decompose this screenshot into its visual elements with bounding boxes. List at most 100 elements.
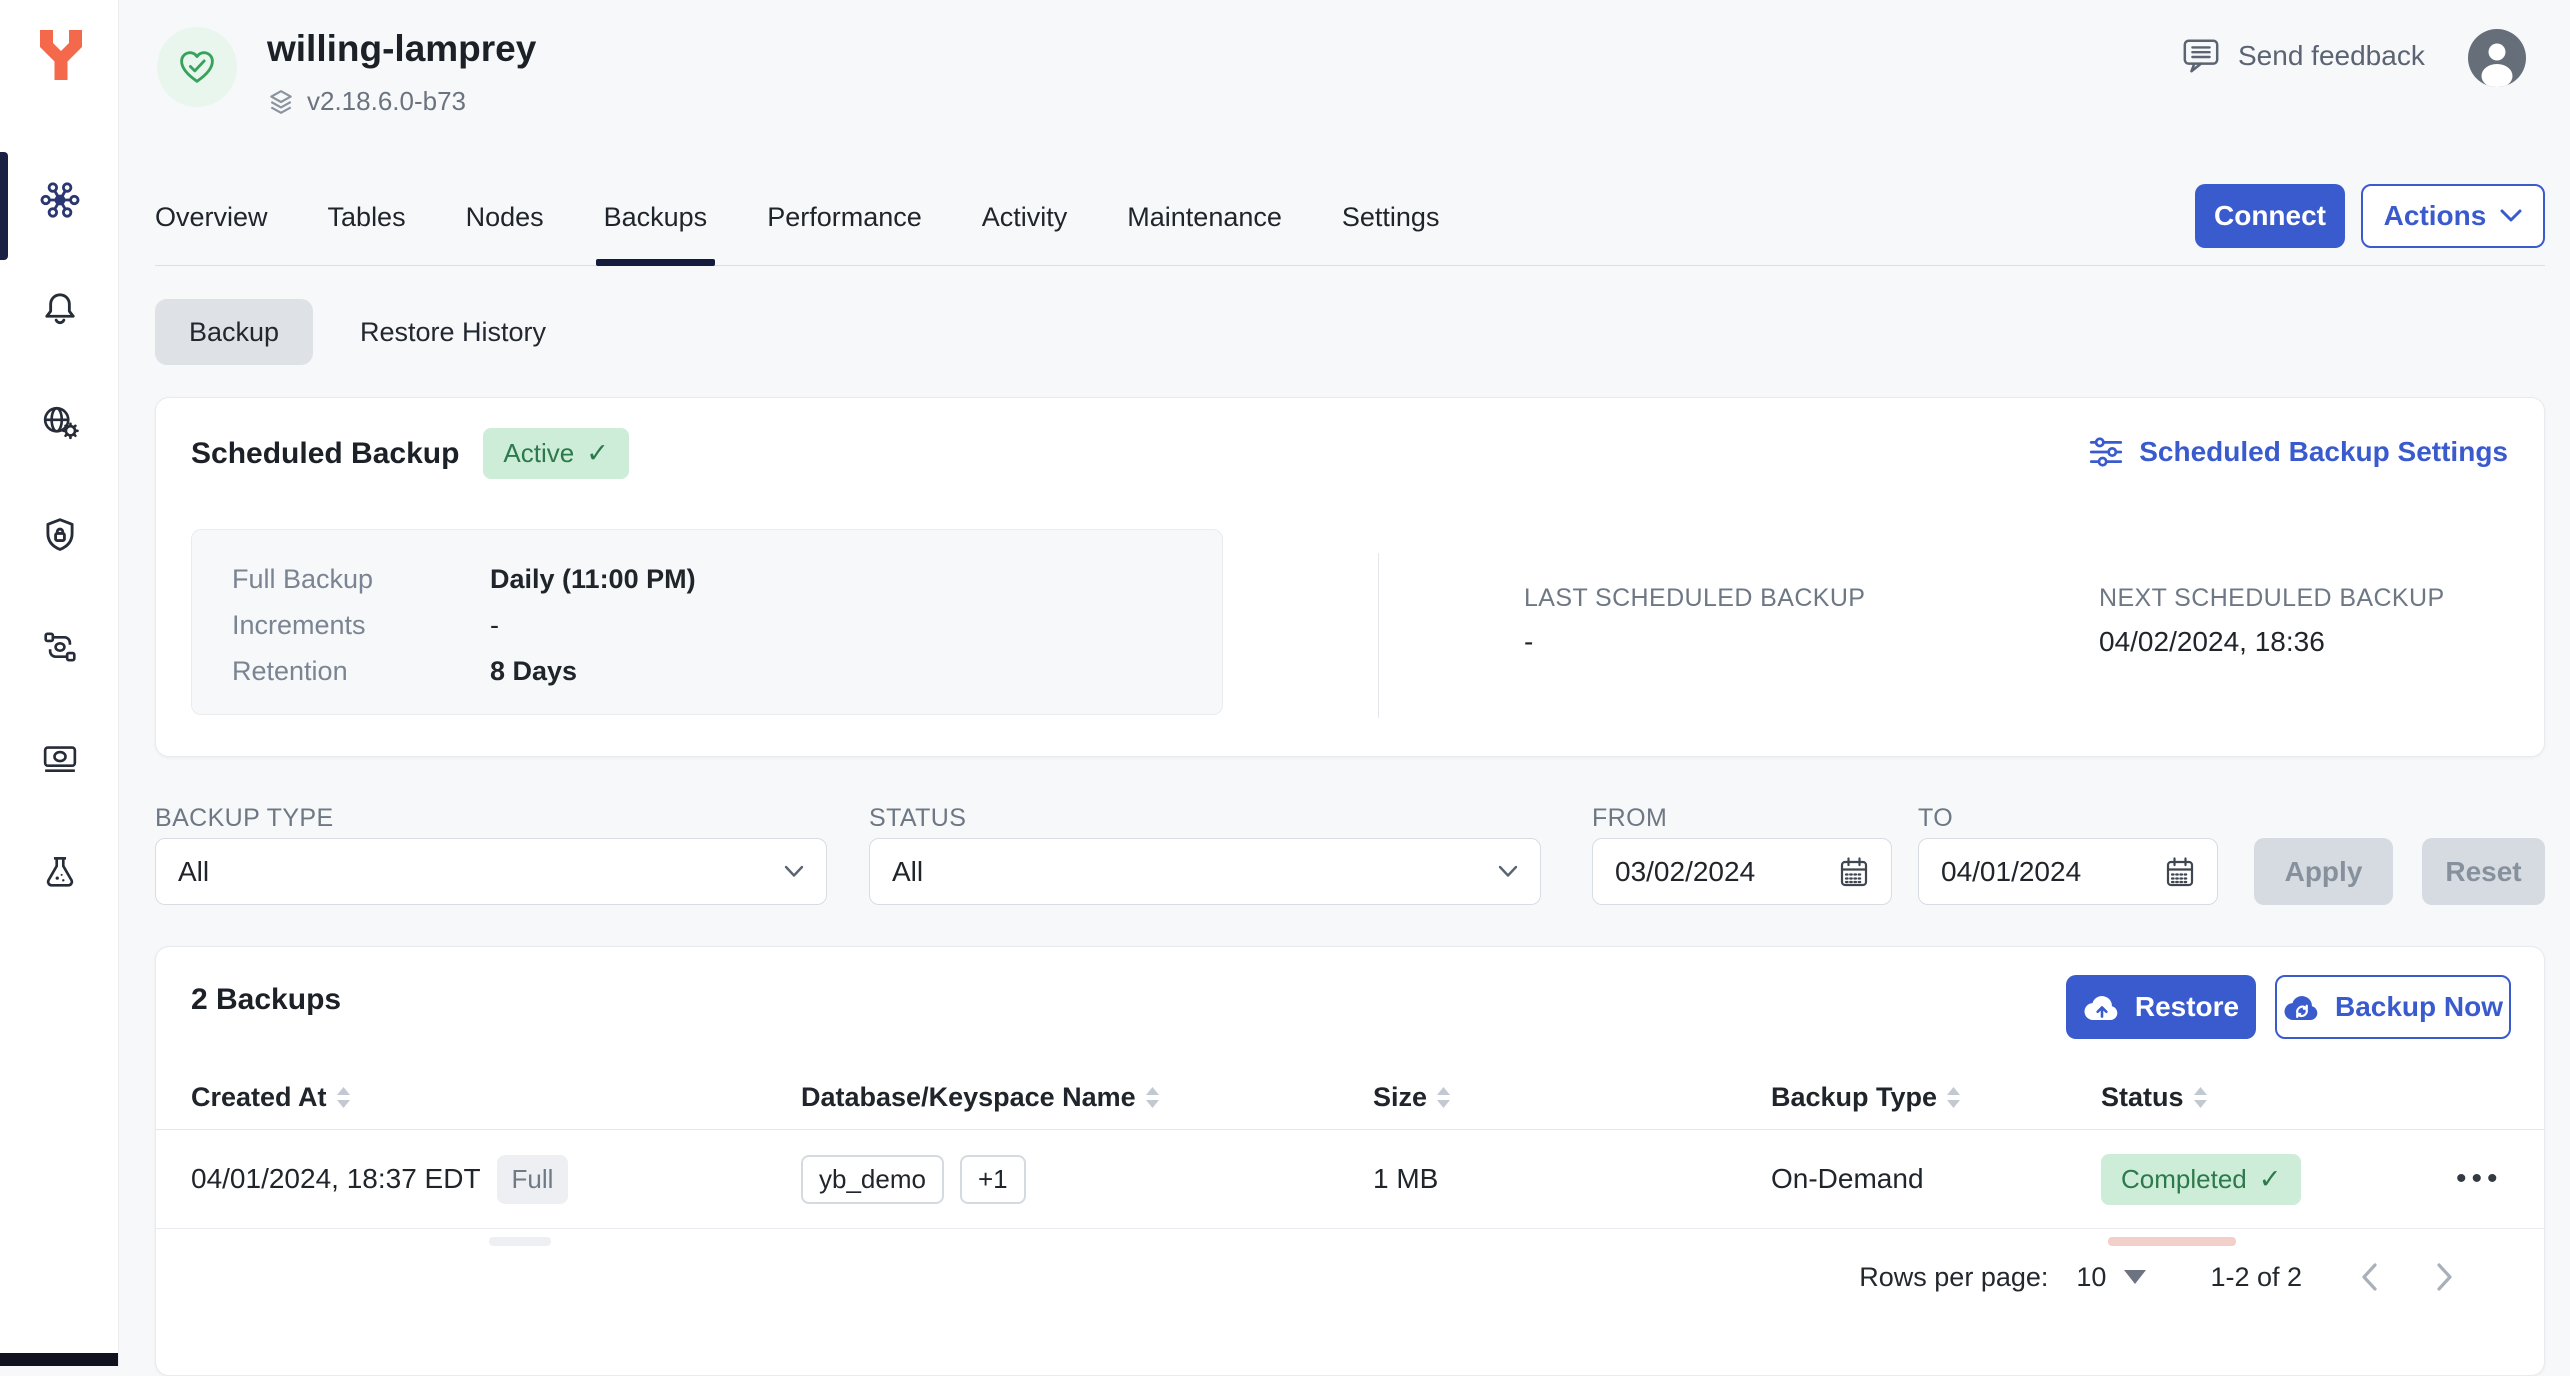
tab-nodes[interactable]: Nodes [466, 166, 544, 265]
chevron-down-icon [1498, 865, 1518, 877]
completed-badge-label: Completed [2121, 1163, 2247, 1194]
check-icon: ✓ [2258, 1163, 2282, 1194]
tab-tables[interactable]: Tables [328, 166, 406, 265]
apply-button[interactable]: Apply [2254, 838, 2393, 905]
backups-list-card: 2 Backups Restore Backup Now Created At … [155, 946, 2545, 1376]
version-label: v2.18.6.0-b73 [307, 86, 467, 116]
table-row[interactable]: 04/01/2024, 18:37 EDT Full yb_demo +1 1 … [156, 1130, 2544, 1229]
next-page-button[interactable] [2436, 1262, 2454, 1292]
sidebar-footer-bar [0, 1353, 118, 1366]
backup-now-button[interactable]: Backup Now [2275, 975, 2511, 1039]
scheduled-backup-settings-label: Scheduled Backup Settings [2139, 436, 2508, 467]
column-label: Status [2101, 1081, 2184, 1112]
sidebar-item-integrations[interactable] [0, 615, 119, 679]
sidebar-item-security[interactable] [0, 502, 119, 566]
sidebar-item-clusters[interactable] [0, 168, 119, 232]
backup-type-cell: On-Demand [1771, 1163, 1924, 1194]
to-date-input[interactable]: 04/01/2024 [1918, 838, 2218, 905]
connect-button[interactable]: Connect [2195, 184, 2345, 248]
restore-label: Restore [2134, 991, 2240, 1022]
status-select[interactable]: All [869, 838, 1541, 905]
tab-settings[interactable]: Settings [1342, 166, 1440, 265]
tab-activity[interactable]: Activity [982, 166, 1068, 265]
backup-now-label: Backup Now [2334, 991, 2504, 1022]
status-filter-label: STATUS [869, 804, 967, 832]
column-label: Backup Type [1771, 1081, 1938, 1112]
sliders-icon [2090, 437, 2123, 467]
to-date-value: 04/01/2024 [1941, 855, 2082, 887]
scheduled-backup-card: Scheduled Backup Active ✓ Scheduled Back… [155, 397, 2545, 757]
field-value: Daily (11:00 PM) [490, 564, 696, 594]
field-label: Full Backup [232, 564, 374, 594]
column-label: Database/Keyspace Name [801, 1081, 1136, 1112]
scheduled-backup-settings-link[interactable]: Scheduled Backup Settings [2089, 436, 2508, 468]
send-feedback-label: Send feedback [2238, 40, 2425, 71]
chevron-right-icon [2437, 1263, 2452, 1291]
column-label: Size [1373, 1081, 1428, 1112]
previous-page-button[interactable] [2360, 1262, 2378, 1292]
restore-button[interactable]: Restore [2066, 975, 2256, 1039]
backup-type-filter-label: BACKUP TYPE [155, 804, 334, 832]
created-at-value: 04/01/2024, 18:37 EDT [191, 1163, 481, 1194]
sidebar-item-network[interactable] [0, 390, 119, 454]
rows-per-page-value: 10 [2076, 1261, 2107, 1292]
schedule-summary-box: Full Backup Daily (11:00 PM) Increments … [191, 529, 1223, 715]
keyspace-chip[interactable]: yb_demo [801, 1154, 944, 1204]
row-actions-menu-button[interactable]: ••• [2456, 1162, 2544, 1196]
security-shield-lock-icon [45, 518, 74, 551]
sidebar-item-labs[interactable] [0, 839, 119, 903]
user-avatar-icon[interactable] [2468, 29, 2526, 87]
keyspace-more-chip[interactable]: +1 [959, 1154, 1026, 1204]
tab-overview[interactable]: Overview [155, 166, 268, 265]
subtab-restore-history[interactable]: Restore History [360, 299, 546, 365]
integrations-flow-icon [43, 632, 76, 662]
page-title: willing-lamprey [267, 28, 537, 69]
column-header-size[interactable]: Size [1373, 1082, 1771, 1113]
from-date-input[interactable]: 03/02/2024 [1592, 838, 1892, 905]
backup-type-select[interactable]: All [155, 838, 827, 905]
calendar-icon [2166, 856, 2194, 886]
sort-icon [336, 1086, 350, 1108]
field-label: Increments [232, 610, 366, 640]
sort-icon [1437, 1086, 1451, 1108]
sidebar-item-alerts[interactable] [0, 276, 119, 340]
calendar-icon [1840, 856, 1868, 886]
labs-flask-icon [46, 857, 73, 887]
schedule-field-row: Increments - [232, 610, 1222, 641]
from-date-value: 03/02/2024 [1615, 855, 1756, 887]
actions-label: Actions [2383, 200, 2487, 231]
sort-icon [1145, 1086, 1159, 1108]
next-scheduled-backup-value: 04/02/2024, 18:36 [2099, 626, 2325, 657]
yugabyte-logo-icon[interactable] [38, 30, 84, 80]
rows-per-page-select[interactable]: 10 [2076, 1261, 2147, 1293]
status-cell: Completed ✓ [2101, 1153, 2456, 1205]
backup-type-value: All [178, 855, 210, 887]
billing-money-icon [43, 746, 76, 772]
column-header-status[interactable]: Status [2101, 1082, 2456, 1113]
cloud-upload-icon [2084, 996, 2118, 1020]
field-label: Retention [232, 656, 348, 686]
status-value: All [892, 855, 924, 887]
send-feedback-button[interactable]: Send feedback [2180, 36, 2425, 76]
tab-performance[interactable]: Performance [767, 166, 922, 265]
sidebar-item-billing[interactable] [0, 726, 119, 790]
status-badge-completed: Completed ✓ [2101, 1153, 2302, 1205]
actions-button[interactable]: Actions [2361, 184, 2545, 248]
reset-button[interactable]: Reset [2422, 838, 2545, 905]
column-header-created-at[interactable]: Created At [191, 1082, 801, 1113]
alerts-bell-icon [44, 293, 75, 325]
backups-count-title: 2 Backups [191, 983, 342, 1016]
column-header-backup-type[interactable]: Backup Type [1771, 1082, 2101, 1113]
cloud-sync-icon [2284, 996, 2318, 1020]
sort-icon [1947, 1086, 1961, 1108]
column-label: Created At [191, 1081, 327, 1112]
clusters-hub-icon [40, 182, 79, 218]
tab-maintenance[interactable]: Maintenance [1127, 166, 1282, 265]
sort-icon [2193, 1086, 2207, 1108]
active-badge-label: Active [503, 438, 575, 468]
tab-backups[interactable]: Backups [595, 166, 715, 266]
dropdown-triangle-icon [2124, 1270, 2147, 1284]
partial-row-status-sliver [2108, 1237, 2236, 1246]
column-header-keyspace[interactable]: Database/Keyspace Name [801, 1082, 1373, 1113]
subtab-backup[interactable]: Backup [155, 299, 314, 365]
